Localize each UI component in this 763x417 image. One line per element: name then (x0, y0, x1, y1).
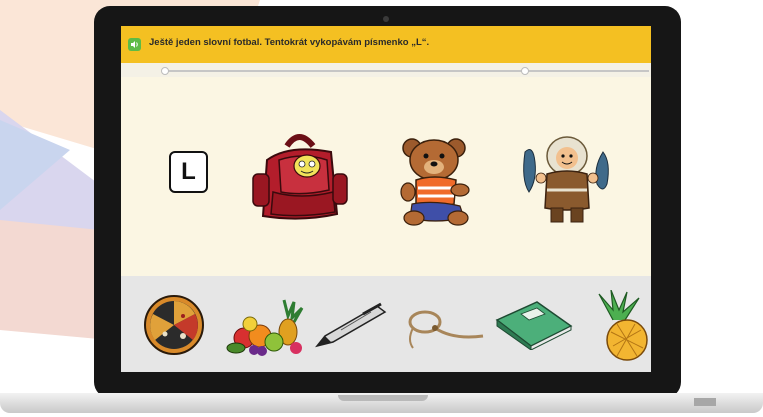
notebook-icon[interactable] (493, 300, 573, 350)
app-screen: Ještě jeden slovní fotbal. Tentokrát vyk… (121, 26, 651, 372)
laptop-notch (338, 395, 428, 401)
backpack-icon[interactable] (249, 130, 351, 222)
teddy-bear-icon[interactable] (394, 134, 484, 226)
pizza-icon[interactable] (143, 294, 205, 356)
pineapple-icon[interactable] (587, 290, 651, 362)
speaker-icon[interactable] (128, 38, 141, 51)
instruction-bar: Ještě jeden slovní fotbal. Tentokrát vyk… (121, 26, 651, 63)
eskimo-with-fish-icon[interactable] (519, 132, 614, 227)
camera-icon (383, 16, 389, 22)
laptop-port (694, 398, 716, 406)
rope-lasso-icon[interactable] (403, 300, 485, 352)
progress-line (165, 70, 649, 72)
pen-icon[interactable] (311, 300, 391, 350)
answer-tray (121, 276, 651, 372)
progress-end-dot (521, 67, 529, 75)
letter-tile: L (169, 151, 208, 193)
progress-start-dot (161, 67, 169, 75)
instruction-text: Ještě jeden slovní fotbal. Tentokrát vyk… (149, 37, 430, 48)
progress-track (121, 63, 651, 77)
fruit-pile-icon[interactable] (224, 296, 306, 356)
